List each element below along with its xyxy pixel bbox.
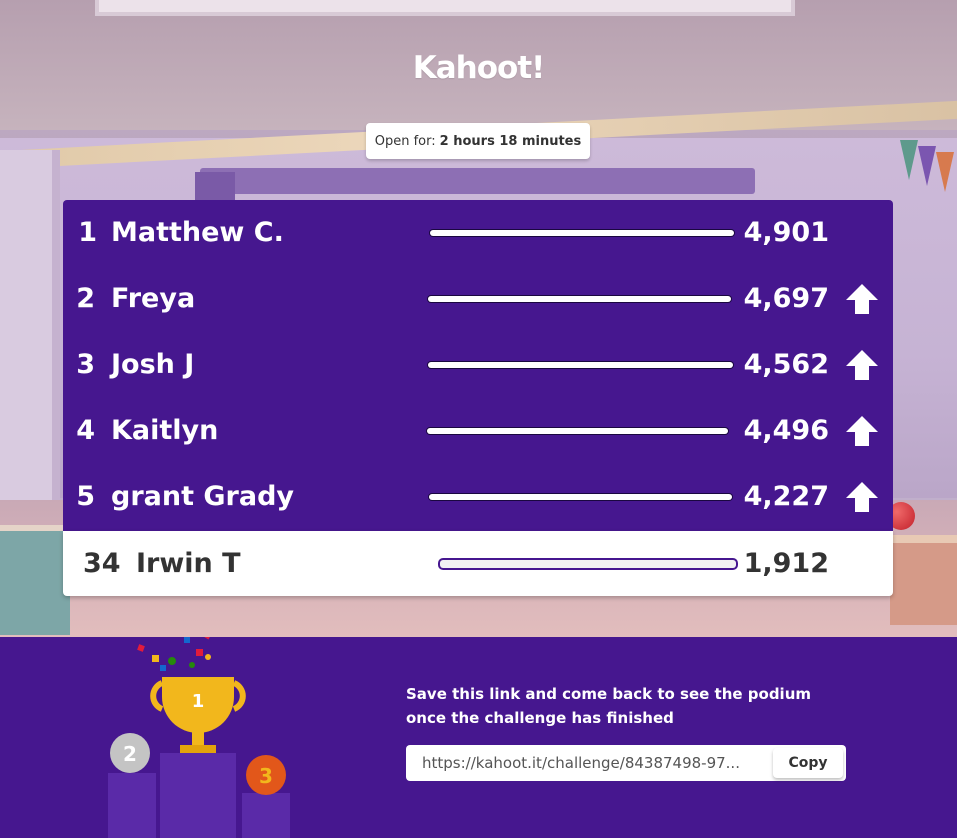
player-rank: 4 [76, 415, 95, 446]
leaderboard-row: 5 grant Grady 4,227 [63, 464, 893, 530]
player-name: grant Grady [111, 481, 295, 512]
leaderboard-row: 3 Josh J 4,562 [63, 332, 893, 398]
window [0, 150, 60, 550]
score-bar [427, 428, 728, 434]
player-score: 4,697 [743, 283, 829, 314]
current-player-name: Irwin T [136, 548, 241, 579]
footer-panel: 1 2 3 Save this link and come back to se… [0, 637, 957, 838]
score-bar [430, 230, 734, 236]
score-bar [428, 296, 731, 302]
copy-button[interactable]: Copy [773, 748, 843, 778]
desk [0, 525, 70, 635]
player-rank: 3 [76, 349, 95, 380]
score-bar [428, 362, 733, 368]
save-link-message: Save this link and come back to see the … [406, 685, 811, 727]
current-player-score: 1,912 [743, 548, 829, 579]
leaderboard-row: 4 Kaitlyn 4,496 [63, 398, 893, 464]
up-arrow-icon [846, 482, 878, 512]
leaderboard-row: 2 Freya 4,697 [63, 266, 893, 332]
kahoot-logo: Kahoot! [412, 50, 546, 86]
player-name: Kaitlyn [111, 415, 219, 446]
timer-label: Open for: [374, 133, 436, 149]
current-player-row: 34 Irwin T 1,912 [63, 531, 893, 596]
challenge-link-field[interactable]: https://kahoot.it/challenge/84387498-97.… [406, 745, 846, 781]
timer-value: 2 hours 18 minutes [439, 133, 582, 149]
player-score: 4,227 [743, 481, 829, 512]
silver-rank-label: 2 [123, 742, 137, 766]
current-player-rank: 34 [83, 548, 121, 579]
leaderboard-row: 1 Matthew C. 4,901 [63, 200, 893, 266]
up-arrow-icon [846, 350, 878, 380]
player-name: Josh J [111, 349, 195, 380]
podium-illustration: 1 2 3 [108, 637, 290, 838]
score-bar [429, 494, 732, 500]
up-arrow-icon [846, 416, 878, 446]
player-rank: 1 [78, 217, 97, 248]
shelf [200, 168, 755, 194]
player-rank: 5 [76, 481, 95, 512]
player-score: 4,901 [743, 217, 829, 248]
player-name: Freya [111, 283, 196, 314]
player-name: Matthew C. [111, 217, 284, 248]
player-score: 4,496 [743, 415, 829, 446]
shelf-books [195, 172, 235, 200]
challenge-link-text[interactable]: https://kahoot.it/challenge/84387498-97.… [406, 754, 773, 772]
leaderboard: 1 Matthew C. 4,901 2 Freya 4,697 3 Josh … [63, 200, 893, 531]
trophy-rank-label: 1 [192, 691, 205, 712]
ceiling-light [95, 0, 795, 16]
player-score: 4,562 [743, 349, 829, 380]
side-table [890, 535, 957, 625]
up-arrow-icon [846, 284, 878, 314]
open-for-timer: Open for: 2 hours 18 minutes [366, 123, 590, 159]
player-rank: 2 [76, 283, 95, 314]
current-player-score-bar [440, 560, 736, 568]
bronze-rank-label: 3 [259, 764, 273, 788]
